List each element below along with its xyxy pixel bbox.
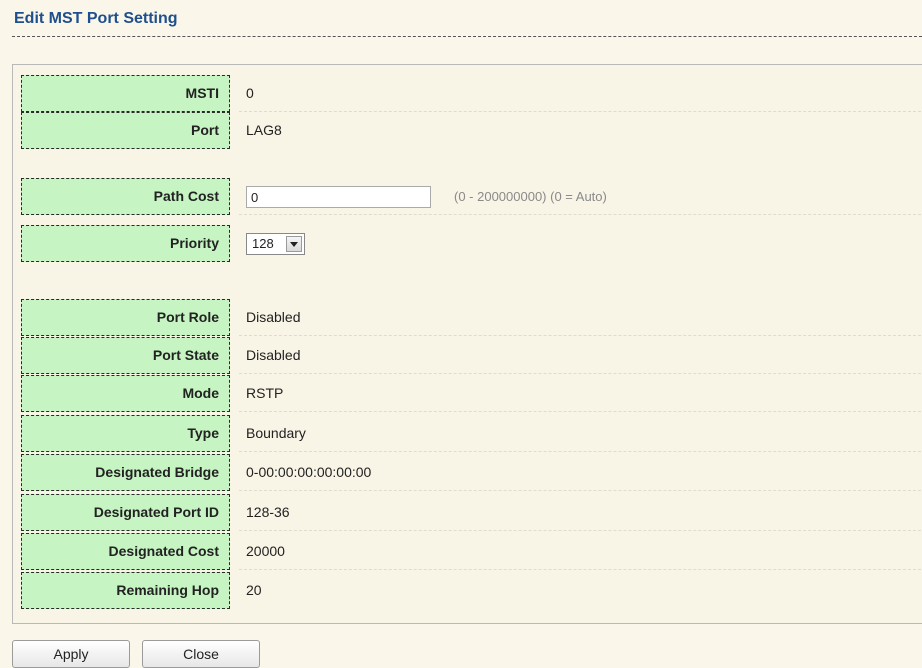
priority-label: Priority: [21, 225, 230, 262]
row-mode: Mode RSTP: [21, 375, 921, 412]
row-divider: [239, 530, 921, 531]
msti-label: MSTI: [21, 75, 230, 112]
port-label: Port: [21, 112, 230, 149]
mode-label: Mode: [21, 375, 230, 412]
mode-value: RSTP: [246, 385, 284, 401]
row-designated-cost: Designated Cost 20000: [21, 533, 921, 570]
row-port-state: Port State Disabled: [21, 337, 921, 374]
designated-cost-value: 20000: [246, 543, 285, 559]
port-state-label: Port State: [21, 337, 230, 374]
page-title: Edit MST Port Setting: [14, 10, 178, 27]
row-divider: [239, 373, 921, 374]
port-role-label: Port Role: [21, 299, 230, 336]
designated-port-id-value: 128-36: [246, 504, 290, 520]
row-divider: [239, 490, 921, 491]
port-role-value: Disabled: [246, 309, 301, 325]
row-divider: [239, 451, 921, 452]
title-divider: [12, 36, 922, 37]
row-path-cost: Path Cost (0 - 200000000) (0 = Auto): [21, 178, 921, 215]
path-cost-hint: (0 - 200000000) (0 = Auto): [454, 189, 607, 204]
row-port: Port LAG8: [21, 112, 921, 149]
msti-value: 0: [246, 85, 254, 101]
remaining-hop-value: 20: [246, 582, 262, 598]
priority-selected-value: 128: [252, 236, 274, 251]
row-remaining-hop: Remaining Hop 20: [21, 572, 921, 609]
designated-bridge-label: Designated Bridge: [21, 454, 230, 491]
row-designated-port-id: Designated Port ID 128-36: [21, 494, 921, 531]
row-type: Type Boundary: [21, 415, 921, 452]
settings-panel: MSTI 0 Port LAG8 Path Cost (0 - 20000000…: [12, 64, 922, 624]
row-priority: Priority 128: [21, 225, 921, 262]
priority-select[interactable]: 128: [246, 233, 305, 255]
row-divider: [239, 569, 921, 570]
port-value: LAG8: [246, 122, 282, 138]
designated-cost-label: Designated Cost: [21, 533, 230, 570]
designated-bridge-value: 0-00:00:00:00:00:00: [246, 464, 372, 480]
remaining-hop-label: Remaining Hop: [21, 572, 230, 609]
chevron-down-icon[interactable]: [286, 236, 302, 252]
row-designated-bridge: Designated Bridge 0-00:00:00:00:00:00: [21, 454, 921, 491]
row-divider: [239, 411, 921, 412]
port-state-value: Disabled: [246, 347, 301, 363]
row-msti: MSTI 0: [21, 75, 921, 112]
row-divider: [239, 214, 921, 215]
type-label: Type: [21, 415, 230, 452]
type-value: Boundary: [246, 425, 306, 441]
designated-port-id-label: Designated Port ID: [21, 494, 230, 531]
path-cost-label: Path Cost: [21, 178, 230, 215]
path-cost-input[interactable]: [246, 186, 431, 208]
row-divider: [239, 335, 921, 336]
row-port-role: Port Role Disabled: [21, 299, 921, 336]
